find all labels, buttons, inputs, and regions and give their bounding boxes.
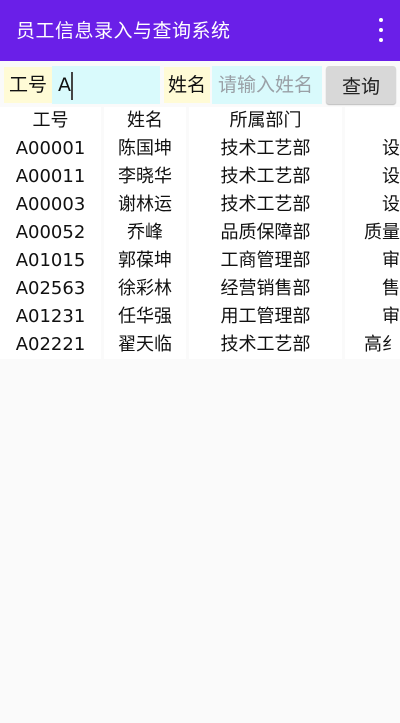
cell-employee-id: A00052 — [0, 219, 101, 247]
cell-department: 技术工艺部 — [189, 191, 342, 219]
cell-department: 技术工艺部 — [189, 163, 342, 191]
cell-name: 陈国坤 — [104, 135, 186, 163]
cell-name: 李晓华 — [104, 163, 186, 191]
table-row[interactable]: A01231 任华强 用工管理部 审 — [0, 303, 400, 331]
header-position — [345, 107, 400, 135]
header-name: 姓名 — [104, 107, 186, 135]
cell-department: 技术工艺部 — [189, 331, 342, 359]
cell-department: 经营销售部 — [189, 275, 342, 303]
cell-name: 任华强 — [104, 303, 186, 331]
cell-employee-id: A00001 — [0, 135, 101, 163]
cell-position: 设 — [345, 135, 400, 163]
table-row[interactable]: A00003 谢林运 技术工艺部 设 — [0, 191, 400, 219]
cell-department: 技术工艺部 — [189, 135, 342, 163]
employee-table: 工号 姓名 所属部门 A00001 陈国坤 技术工艺部 设 A00011 李晓华… — [0, 107, 400, 361]
cell-employee-id: A02563 — [0, 275, 101, 303]
cell-employee-id: A01015 — [0, 247, 101, 275]
cell-position: 高纟 — [345, 331, 400, 359]
cell-position: 审 — [345, 247, 400, 275]
table-row[interactable]: A01015 郭葆坤 工商管理部 审 — [0, 247, 400, 275]
employee-id-input[interactable] — [52, 66, 160, 104]
app-title: 员工信息录入与查询系统 — [16, 20, 231, 42]
header-employee-id: 工号 — [0, 107, 101, 135]
search-bar: 工号 姓名 查询 — [0, 61, 400, 105]
app-bar: 员工信息录入与查询系统 — [0, 0, 400, 61]
query-button[interactable]: 查询 — [326, 66, 396, 104]
cell-department: 品质保障部 — [189, 219, 342, 247]
cell-name: 翟天临 — [104, 331, 186, 359]
text-cursor — [71, 72, 73, 100]
cell-employee-id: A00011 — [0, 163, 101, 191]
name-label: 姓名 — [164, 67, 210, 103]
table-row[interactable]: A00011 李晓华 技术工艺部 设 — [0, 163, 400, 191]
table-row[interactable]: A00001 陈国坤 技术工艺部 设 — [0, 135, 400, 163]
cell-position: 质量 — [345, 219, 400, 247]
cell-position: 审 — [345, 303, 400, 331]
cell-name: 徐彩林 — [104, 275, 186, 303]
cell-position: 设 — [345, 191, 400, 219]
overflow-menu-icon[interactable] — [376, 18, 386, 42]
table-row[interactable]: A02563 徐彩林 经营销售部 售 — [0, 275, 400, 303]
header-department: 所属部门 — [189, 107, 342, 135]
cell-name: 乔峰 — [104, 219, 186, 247]
cell-department: 用工管理部 — [189, 303, 342, 331]
cell-name: 谢林运 — [104, 191, 186, 219]
cell-employee-id: A01231 — [0, 303, 101, 331]
cell-name: 郭葆坤 — [104, 247, 186, 275]
cell-employee-id: A00003 — [0, 191, 101, 219]
cell-department: 工商管理部 — [189, 247, 342, 275]
cell-position: 售 — [345, 275, 400, 303]
table-row[interactable]: A00052 乔峰 品质保障部 质量 — [0, 219, 400, 247]
cell-position: 设 — [345, 163, 400, 191]
table-row[interactable]: A02221 翟天临 技术工艺部 高纟 — [0, 331, 400, 359]
name-input[interactable] — [212, 66, 322, 104]
table-header-row: 工号 姓名 所属部门 — [0, 107, 400, 135]
cell-employee-id: A02221 — [0, 331, 101, 359]
employee-id-label: 工号 — [4, 67, 52, 103]
